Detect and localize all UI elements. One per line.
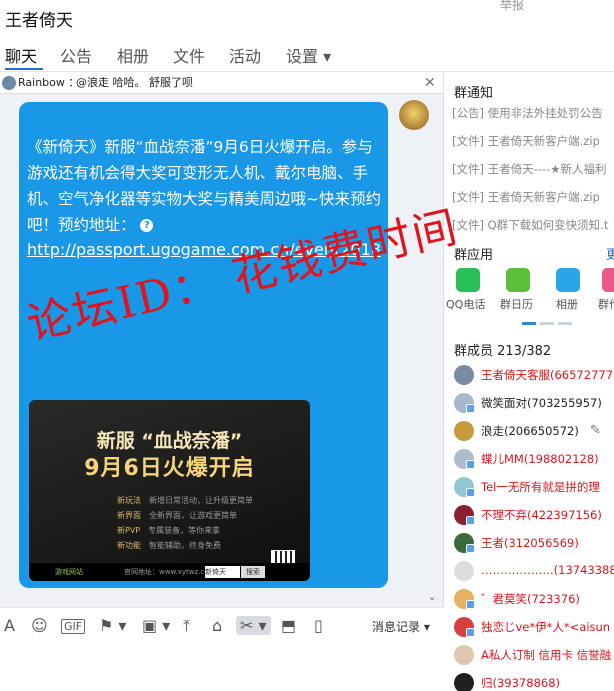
poster-logo: 游戏网站 xyxy=(55,568,83,576)
avatar xyxy=(454,561,474,581)
quote-text: @浪走 哈哈。 舒服了呗 xyxy=(76,76,193,89)
member-name: 不理不弃(422397156) xyxy=(481,508,602,522)
shake-icon[interactable]: ▯ xyxy=(314,616,323,635)
member-name: 浪走(206650572) xyxy=(481,424,579,438)
phone-icon[interactable] xyxy=(456,268,480,292)
device-icon xyxy=(466,460,475,469)
avatar xyxy=(454,421,474,441)
homework-icon[interactable] xyxy=(602,268,614,292)
message-input[interactable] xyxy=(0,643,444,691)
app-label: 相册 xyxy=(556,298,578,311)
image-icon[interactable]: ▣ ▾ xyxy=(142,616,170,635)
poster-feature: 新玩法 新增日常活动，让升级更简单 xyxy=(117,496,253,505)
calendar-icon[interactable] xyxy=(506,268,530,292)
poster-search-button: 搜索 xyxy=(241,566,265,578)
member-row[interactable]: 王者倚天客服(66572777 xyxy=(454,362,614,388)
tab-chat[interactable]: 聊天 xyxy=(5,43,37,67)
device-icon xyxy=(466,488,475,497)
member-row[interactable]: 独恋じve*伊*人*<aisun xyxy=(454,614,614,640)
emoji-icon[interactable]: ☺ xyxy=(31,616,48,635)
tab-announcement[interactable]: 公告 xyxy=(60,43,92,67)
notice-item[interactable]: [文件] 王者倚天新客户端.zip xyxy=(452,133,600,149)
avatar xyxy=(454,645,474,665)
avatar xyxy=(454,365,474,385)
member-name: 微笑面对(703255957) xyxy=(481,396,602,410)
member-name: 归(39378868) xyxy=(481,676,561,690)
title-bar: 王者倚天 举报 xyxy=(0,0,614,34)
chevron-down-icon[interactable]: ⌄ xyxy=(428,592,436,603)
poster-date: 9月6日火爆开启 xyxy=(84,456,255,481)
input-toolbar: A ☺ GIF ⚑ ▾ ▣ ▾ ⤒ ⌂ ✂ ▾ ⬒ ▯ 消息记录 ▾ xyxy=(0,607,444,643)
quote-sender-name: Rainbow ： xyxy=(18,76,80,89)
device-icon xyxy=(466,404,475,413)
poster-feature: 新PVP 专属装备，等你来拿 xyxy=(117,526,221,535)
font-icon[interactable]: A xyxy=(4,616,15,635)
device-icon xyxy=(466,516,475,525)
sender-avatar[interactable] xyxy=(399,100,429,130)
member-name: 独恋じve*伊*人*<aisun xyxy=(481,620,611,634)
apps-pager[interactable] xyxy=(522,322,572,325)
message-bubble[interactable]: 《新倚天》新服“血战奈潘”9月6日火爆开启。参与游戏还有机会得大奖可变形无人机、… xyxy=(19,102,388,588)
member-row[interactable]: 蝶儿MM(198802128) xyxy=(454,446,614,472)
tab-album[interactable]: 相册 xyxy=(117,43,149,67)
album-icon[interactable] xyxy=(556,268,580,292)
member-name: 王者倚天客服(66572777 xyxy=(481,368,614,382)
tab-files[interactable]: 文件 xyxy=(173,43,205,67)
device-icon xyxy=(466,544,475,553)
member-row[interactable]: 王者(312056569) xyxy=(454,530,614,556)
member-row[interactable]: 不理不弃(422397156) xyxy=(454,502,614,528)
poster-title: 新服 “血战奈潘” xyxy=(96,430,243,452)
app-label: 群作 xyxy=(598,298,614,311)
member-row[interactable]: 归(39378868) xyxy=(454,670,614,691)
message-history-button[interactable]: 消息记录 ▾ xyxy=(372,618,430,635)
member-row[interactable]: A私人订制 信用卡 信誉融 xyxy=(454,642,614,668)
gif-icon[interactable]: GIF xyxy=(61,619,86,634)
gift-icon[interactable]: ⚑ ▾ xyxy=(99,616,126,635)
window-title: 王者倚天 xyxy=(5,11,73,31)
vote-icon[interactable]: ⌂ xyxy=(212,616,222,635)
tab-settings[interactable]: 设置 ▾ xyxy=(286,43,331,67)
member-name: 蝶儿MM(198802128) xyxy=(481,452,599,466)
close-icon[interactable]: ✕ xyxy=(424,72,436,94)
poster-search-box: 新倚天 xyxy=(205,566,240,578)
app-label: QQ电话 xyxy=(446,298,486,311)
device-icon xyxy=(466,628,475,637)
notice-item[interactable]: [公告] 使用非法外挂处罚公告 xyxy=(452,105,603,121)
notice-item[interactable]: [文件] 王者倚天新客户端.zip xyxy=(452,189,600,205)
poster-footer: 游戏网站 官网地址：www.xytwz.com.cn 新倚天 搜索 xyxy=(29,563,310,581)
apps-more-link[interactable]: 更 xyxy=(606,244,614,263)
member-name: ……………….(13743388657 xyxy=(481,563,614,577)
quote-avatar xyxy=(2,76,16,90)
member-row[interactable]: 浪走(206650572) xyxy=(454,418,614,444)
red-packet-icon[interactable]: ⬒ xyxy=(281,616,296,635)
poster-feature: 新界面 全新界面，让游戏更简单 xyxy=(117,511,237,520)
device-icon xyxy=(466,600,475,609)
member-name: ゛君莫笑(723376) xyxy=(481,592,580,606)
active-tab-indicator xyxy=(5,68,43,70)
notice-item[interactable]: [文件] 王者倚天----★新人福利 xyxy=(452,161,607,177)
upload-icon[interactable]: ⤒ xyxy=(183,616,190,636)
member-row[interactable]: 微笑面对(703255957) xyxy=(454,390,614,416)
member-row[interactable]: Tel一无所有就是拼的理 xyxy=(454,474,614,500)
member-name: 王者(312056569) xyxy=(481,536,579,550)
member-row[interactable]: ……………….(13743388657 xyxy=(454,558,614,584)
tab-activity[interactable]: 活动 xyxy=(229,43,261,67)
member-name: A私人订制 信用卡 信誉融 xyxy=(481,648,612,662)
tab-bar: 聊天 公告 相册 文件 活动 设置 ▾ xyxy=(0,34,614,72)
right-panel: 群通知 [公告] 使用非法外挂处罚公告 [文件] 王者倚天新客户端.zip [文… xyxy=(444,72,614,691)
question-icon: ? xyxy=(140,219,154,232)
avatar xyxy=(454,673,474,691)
screenshot-icon[interactable]: ✂ ▾ xyxy=(236,616,271,635)
app-label: 群日历 xyxy=(500,298,533,311)
member-name: Tel一无所有就是拼的理 xyxy=(481,480,600,494)
member-row[interactable]: ゛君莫笑(723376) xyxy=(454,586,614,612)
notice-item[interactable]: [文件] Q群下载如何变快须知.t xyxy=(452,217,608,233)
members-title: 群成员 213/382 xyxy=(454,344,552,359)
poster-feature: 新功能 智能辅助，终身免费 xyxy=(117,541,221,550)
group-notice-title: 群通知 xyxy=(454,86,494,101)
poster-image[interactable]: 新服 “血战奈潘” 9月6日火爆开启 新玩法 新增日常活动，让升级更简单 新界面全… xyxy=(29,400,310,581)
report-button[interactable]: 举报 xyxy=(500,0,524,13)
quoted-message-bar[interactable]: Rainbow ： @浪走 哈哈。 舒服了呗 ✕ xyxy=(0,72,443,94)
